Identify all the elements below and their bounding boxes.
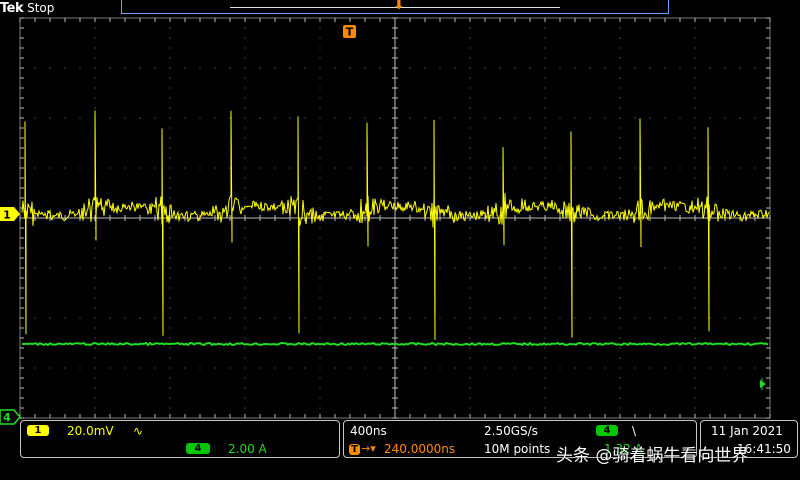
trigger-slope-icon: \	[632, 424, 637, 438]
ch1-coupling-icon: ∿	[133, 424, 144, 438]
trigger-marker-label: T	[346, 26, 354, 39]
trigger-position-badge: T	[349, 444, 360, 455]
horizontal-position: 240.0000ns	[384, 442, 456, 456]
trigger-source-badge[interactable]: 4	[596, 425, 618, 436]
ch1-reference-label: 1	[3, 209, 11, 222]
sample-rate: 2.50GS/s	[484, 424, 538, 438]
ch1-reference-marker-icon[interactable]: 1	[0, 207, 20, 222]
ch4-badge[interactable]: 4	[186, 443, 210, 454]
graticule-grid	[19, 17, 771, 419]
ch4-scale: 2.00 A	[228, 442, 267, 456]
trigger-marker-icon[interactable]: T	[343, 25, 356, 39]
ch1-badge[interactable]: 1	[27, 425, 49, 436]
ch4-waveform-trace	[21, 341, 769, 347]
trigger-position-arrow-icon: →▾	[361, 442, 376, 455]
trigger-level-arrow-icon[interactable]	[760, 380, 766, 388]
channel-readout-panel[interactable]: 1 20.0mV ∿ 4 2.00 A	[20, 420, 340, 458]
date-readout: 11 Jan 2021	[711, 424, 783, 438]
time-per-div: 400ns	[350, 424, 387, 438]
ch4-reference-marker-icon[interactable]: 4	[0, 409, 21, 425]
ch1-scale: 20.0mV	[67, 424, 114, 438]
ch4-reference-label: 4	[3, 411, 11, 424]
watermark-text: 头条 @骑着蜗牛看向世界	[556, 446, 749, 466]
record-length: 10M points	[484, 442, 551, 456]
waveform-display[interactable]: T 1 4	[0, 0, 800, 480]
